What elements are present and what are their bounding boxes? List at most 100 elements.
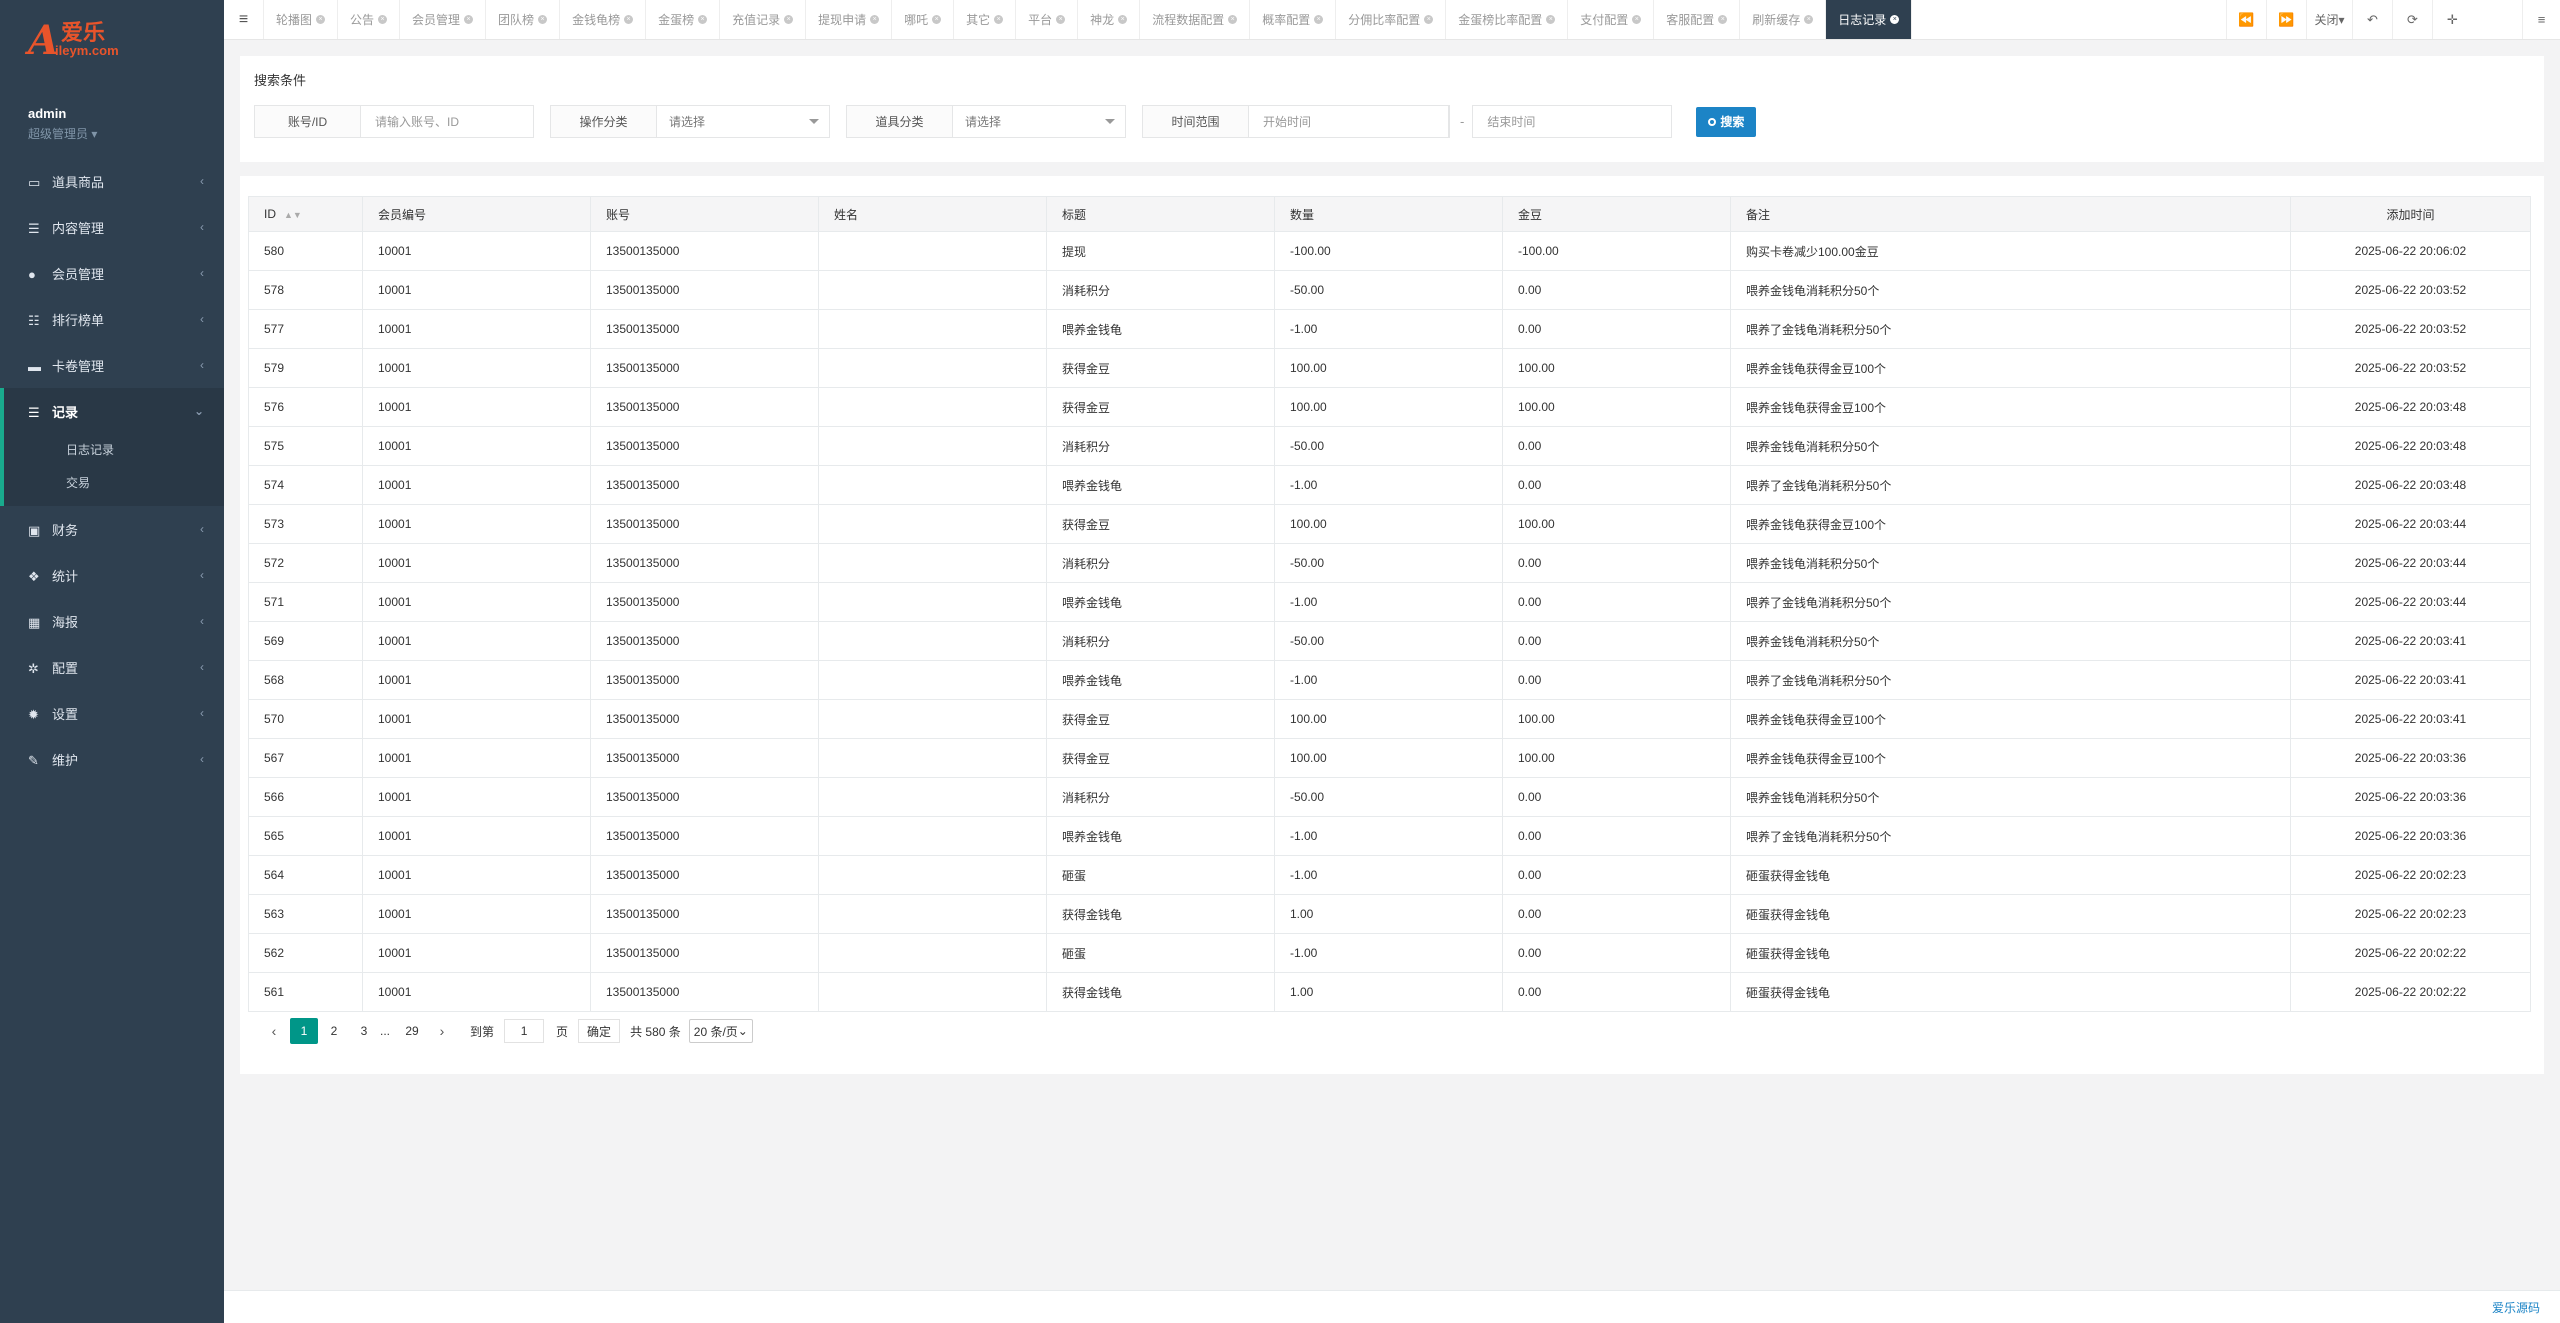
search-button[interactable]: 搜索 bbox=[1696, 106, 1757, 137]
close-icon[interactable]: × bbox=[698, 15, 708, 24]
tab-17[interactable]: 客服配置 × bbox=[1654, 0, 1741, 39]
item-category-select[interactable]: 请选择 bbox=[953, 106, 1125, 137]
sort-icon[interactable]: ▲▼ bbox=[284, 210, 302, 220]
table-cell: 13500135000 bbox=[590, 972, 819, 1012]
sidebar-item-2[interactable]: ● 会员管理 ‹ bbox=[0, 250, 224, 296]
sidebar-subitem-1[interactable]: 交易 bbox=[4, 467, 224, 500]
table-cell: -100.00 bbox=[1502, 231, 1731, 271]
tab-14[interactable]: 分佣比率配置 × bbox=[1336, 0, 1447, 39]
tab-11[interactable]: 神龙 × bbox=[1078, 0, 1141, 39]
table-cell: 100.00 bbox=[1274, 348, 1503, 388]
close-icon[interactable]: × bbox=[1118, 15, 1128, 24]
back-icon[interactable]: ↶ bbox=[2352, 0, 2392, 39]
sidebar-item-10[interactable]: ✹ 设置 ‹ bbox=[0, 690, 224, 736]
logo[interactable]: A 爱乐 ileym.com bbox=[0, 0, 224, 80]
page-last[interactable]: 29 bbox=[398, 1018, 426, 1044]
sidebar-item-8[interactable]: ▦ 海报 ‹ bbox=[0, 598, 224, 644]
column-header: 金豆 bbox=[1502, 196, 1731, 232]
tab-8[interactable]: 哪吒 × bbox=[892, 0, 955, 39]
table-cell: 喂养金钱龟消耗积分50个 bbox=[1730, 543, 2291, 583]
page-number-input[interactable]: 1 bbox=[504, 1019, 545, 1043]
scroll-right-icon[interactable]: ⏩ bbox=[2266, 0, 2306, 39]
menu-toggle-icon[interactable]: ≡ bbox=[224, 0, 264, 39]
tab-4[interactable]: 金钱龟榜 × bbox=[560, 0, 647, 39]
tab-18[interactable]: 刷新缓存 × bbox=[1740, 0, 1827, 39]
page-size-select[interactable]: 20 条/页 ⌄ bbox=[688, 1019, 753, 1043]
tab-3[interactable]: 团队榜 × bbox=[486, 0, 561, 39]
close-icon[interactable]: × bbox=[464, 15, 474, 24]
close-dropdown-button[interactable]: 关闭 ▾ bbox=[2306, 0, 2352, 39]
start-time-input[interactable]: 开始时间 bbox=[1249, 106, 1449, 137]
right-menu-icon[interactable]: ≡ bbox=[2522, 0, 2560, 39]
sidebar-item-6[interactable]: ▣ 财务 ‹ bbox=[0, 506, 224, 552]
op-category-select[interactable]: 请选择 bbox=[657, 106, 829, 137]
close-icon[interactable]: × bbox=[870, 15, 880, 24]
profile-role-dropdown[interactable]: 超级管理员 ▾ bbox=[28, 125, 224, 142]
close-icon[interactable]: × bbox=[994, 15, 1004, 24]
tab-19[interactable]: 日志记录 × bbox=[1826, 0, 1913, 39]
table-row: 577 10001 13500135000 喂养金钱龟 -1.00 0.00 喂养了金钱龟消… bbox=[248, 309, 2531, 349]
tab-0[interactable]: 轮播图 × bbox=[264, 0, 339, 39]
sidebar-item-label: 内容管理 bbox=[52, 220, 105, 236]
next-page-icon[interactable]: › bbox=[428, 1018, 456, 1044]
table-cell bbox=[818, 582, 1047, 622]
close-icon[interactable]: × bbox=[1890, 15, 1900, 24]
close-icon[interactable]: × bbox=[1632, 15, 1642, 24]
user-icon: ● bbox=[28, 267, 36, 282]
table-cell: 10001 bbox=[362, 309, 591, 349]
page-1[interactable]: 1 bbox=[290, 1018, 318, 1044]
tab-1[interactable]: 公告 × bbox=[338, 0, 401, 39]
goto-confirm-button[interactable]: 确定 bbox=[578, 1019, 621, 1043]
tab-16[interactable]: 支付配置 × bbox=[1568, 0, 1655, 39]
tab-12[interactable]: 流程数据配置 × bbox=[1140, 0, 1251, 39]
footer-credit-link[interactable]: 爱乐源码 bbox=[2492, 1299, 2540, 1316]
close-icon[interactable]: × bbox=[624, 15, 634, 24]
close-icon[interactable]: × bbox=[1804, 15, 1814, 24]
sidebar-item-9[interactable]: ✲ 配置 ‹ bbox=[0, 644, 224, 690]
close-icon[interactable]: × bbox=[784, 15, 794, 24]
tab-15[interactable]: 金蛋榜比率配置 × bbox=[1446, 0, 1569, 39]
page-3[interactable]: 3 bbox=[350, 1018, 378, 1044]
close-icon[interactable]: × bbox=[1314, 15, 1324, 24]
tab-13[interactable]: 概率配置 × bbox=[1250, 0, 1337, 39]
scroll-left-icon[interactable]: ⏪ bbox=[2226, 0, 2266, 39]
sidebar-subitem-0[interactable]: 日志记录 bbox=[4, 434, 224, 467]
close-icon[interactable]: × bbox=[1056, 15, 1066, 24]
sidebar-item-3[interactable]: ☷ 排行榜单 ‹ bbox=[0, 296, 224, 342]
sidebar-item-0[interactable]: ▭ 道具商品 ‹ bbox=[0, 158, 224, 204]
sidebar-item-1[interactable]: ☰ 内容管理 ‹ bbox=[0, 204, 224, 250]
close-icon[interactable]: × bbox=[1424, 15, 1434, 24]
table-cell: 砸蛋获得金钱龟 bbox=[1730, 894, 2291, 934]
table-cell: 0.00 bbox=[1502, 543, 1731, 583]
tab-7[interactable]: 提现申请 × bbox=[806, 0, 893, 39]
sidebar-item-5[interactable]: ☰ 记录 ⌄ bbox=[0, 388, 224, 434]
end-time-input[interactable]: 结束时间 bbox=[1473, 106, 1671, 137]
page-2[interactable]: 2 bbox=[320, 1018, 348, 1044]
account-input[interactable]: 请输入账号、ID bbox=[361, 106, 533, 137]
table-row: 571 10001 13500135000 喂养金钱龟 -1.00 0.00 喂养了金钱龟消… bbox=[248, 582, 2531, 622]
refresh-icon[interactable]: ⟳ bbox=[2392, 0, 2432, 39]
tab-5[interactable]: 金蛋榜 × bbox=[646, 0, 721, 39]
sidebar-item-7[interactable]: ❖ 统计 ‹ bbox=[0, 552, 224, 598]
column-header[interactable]: ID ▲▼ bbox=[248, 196, 363, 232]
close-icon[interactable]: × bbox=[1718, 15, 1728, 24]
prev-page-icon[interactable]: ‹ bbox=[260, 1018, 288, 1044]
table-cell: 喂养金钱龟 bbox=[1046, 660, 1275, 700]
table-cell bbox=[818, 816, 1047, 856]
close-icon[interactable]: × bbox=[538, 15, 548, 24]
sidebar-item-4[interactable]: ▬ 卡卷管理 ‹ bbox=[0, 342, 224, 388]
close-icon[interactable]: × bbox=[316, 15, 326, 24]
table-cell: 577 bbox=[248, 309, 363, 349]
close-icon[interactable]: × bbox=[1546, 15, 1556, 24]
close-icon[interactable]: × bbox=[1228, 15, 1238, 24]
tab-2[interactable]: 会员管理 × bbox=[400, 0, 487, 39]
sidebar-item-11[interactable]: ✎ 维护 ‹ bbox=[0, 736, 224, 782]
table-cell: 13500135000 bbox=[590, 504, 819, 544]
close-icon[interactable]: × bbox=[378, 15, 388, 24]
tab-6[interactable]: 充值记录 × bbox=[720, 0, 807, 39]
card-icon: ▬ bbox=[28, 359, 41, 374]
tab-9[interactable]: 其它 × bbox=[954, 0, 1017, 39]
tab-10[interactable]: 平台 × bbox=[1016, 0, 1079, 39]
close-icon[interactable]: × bbox=[932, 15, 942, 24]
fullscreen-icon[interactable]: ✛ bbox=[2432, 0, 2472, 39]
